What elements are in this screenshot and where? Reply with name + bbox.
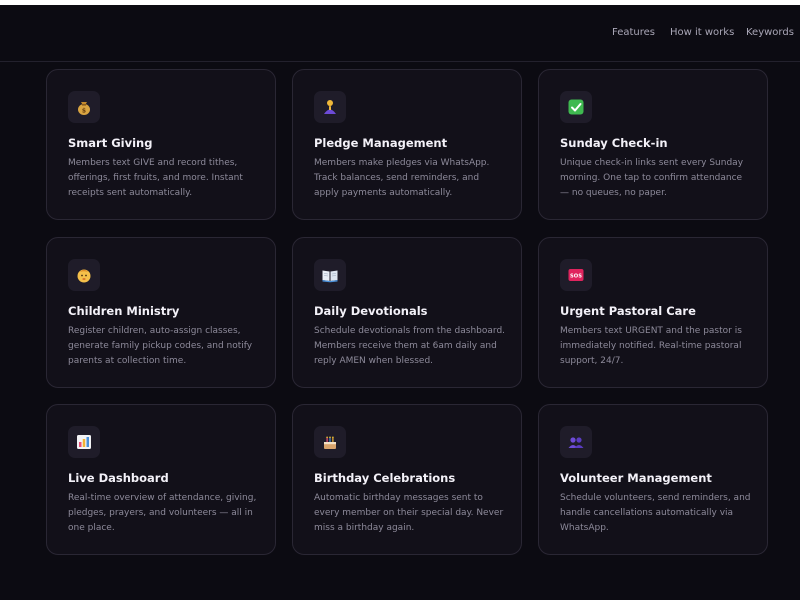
people-icon (560, 426, 592, 458)
feature-title: Sunday Check-in (560, 136, 668, 150)
birthday-cake-icon (314, 426, 346, 458)
feature-description: Members make pledges via WhatsApp. Track… (314, 158, 490, 198)
money-bag-icon: $ (68, 91, 100, 123)
open-book-icon (314, 259, 346, 291)
nav-link-keywords[interactable]: Keywords (746, 27, 794, 38)
navbar: Features How it works Keywords (0, 5, 800, 62)
feature-card-urgent-pastoral-care: SOS Urgent Pastoral Care Members text UR… (538, 237, 768, 388)
feature-card-birthday-celebrations: Birthday Celebrations Automatic birthday… (292, 404, 522, 555)
nav-link-features[interactable]: Features (612, 27, 655, 38)
feature-card-children-ministry: Children Ministry Register children, aut… (46, 237, 276, 388)
feature-title: Smart Giving (68, 136, 153, 150)
feature-description: Schedule volunteers, send reminders, and… (560, 493, 751, 533)
feature-title: Pledge Management (314, 136, 448, 150)
baby-icon (68, 259, 100, 291)
feature-card-daily-devotionals: Daily Devotionals Schedule devotionals f… (292, 237, 522, 388)
check-mark-icon (560, 91, 592, 123)
feature-card-sunday-check-in: Sunday Check-in Unique check-in links se… (538, 69, 768, 220)
feature-description: Members text GIVE and record tithes, off… (68, 158, 243, 198)
sos-icon: SOS (560, 259, 592, 291)
nav-link-how-it-works[interactable]: How it works (670, 27, 734, 38)
feature-description: Schedule devotionals from the dashboard.… (314, 326, 506, 366)
feature-description: Members text URGENT and the pastor is im… (560, 326, 742, 366)
feature-title: Daily Devotionals (314, 304, 428, 318)
sos-label: SOS (570, 273, 582, 279)
feature-title: Children Ministry (68, 304, 180, 318)
feature-card-smart-giving: $ Smart Giving Members text GIVE and rec… (46, 69, 276, 220)
svg-text:$: $ (82, 108, 86, 115)
feature-title: Live Dashboard (68, 471, 169, 485)
features-grid: $ Smart Giving Members text GIVE and rec… (46, 69, 770, 557)
feature-description: Register children, auto-assign classes, … (68, 326, 253, 366)
feature-title: Urgent Pastoral Care (560, 304, 696, 318)
feature-title: Birthday Celebrations (314, 471, 456, 485)
bar-chart-icon (68, 426, 100, 458)
feature-title: Volunteer Management (560, 471, 712, 485)
feature-card-pledge-management: Pledge Management Members make pledges v… (292, 69, 522, 220)
feature-card-live-dashboard: Live Dashboard Real-time overview of att… (46, 404, 276, 555)
feature-description: Automatic birthday messages sent to ever… (314, 493, 504, 533)
feature-description: Unique check-in links sent every Sunday … (560, 158, 744, 198)
feature-card-volunteer-management: Volunteer Management Schedule volunteers… (538, 404, 768, 555)
feature-description: Real-time overview of attendance, giving… (68, 493, 257, 533)
praying-hands-icon (314, 91, 346, 123)
